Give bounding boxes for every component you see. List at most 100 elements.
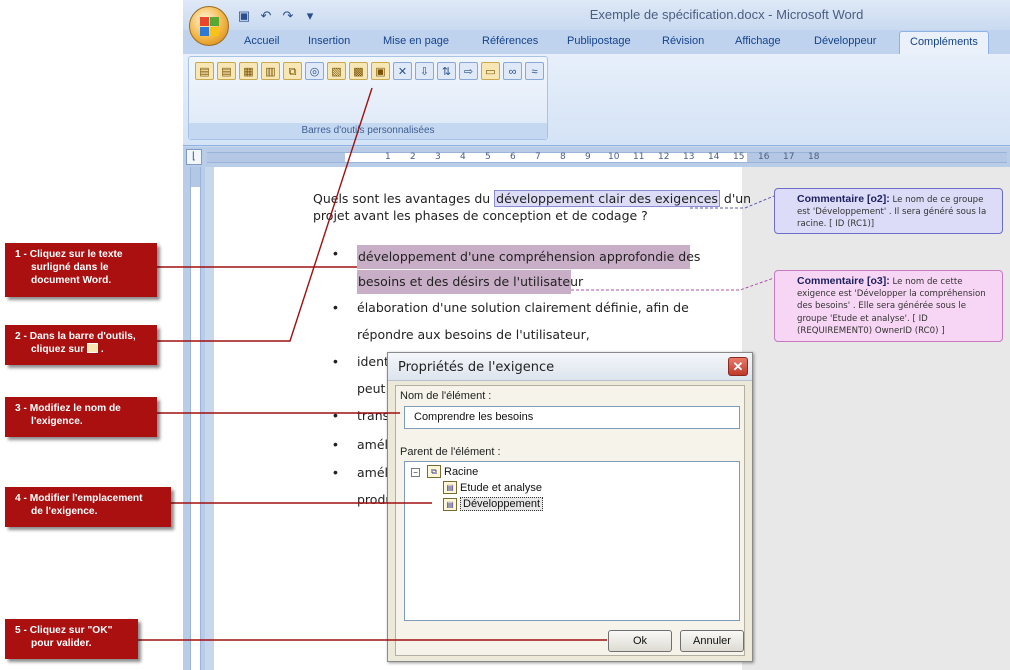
stack-icon[interactable]: ▧	[327, 62, 346, 80]
ruler-number: 17	[783, 152, 795, 162]
ribbon-panel: ▤ ▤ ▦ ▥ ⧉ ◎ ▧ ▩ ▣ ✕ ⇩ ⇅ ⇨ ▭ ∞ ≈ Barres d…	[183, 54, 1010, 146]
dialog-body: Nom de l'élément : Comprendre les besoin…	[395, 385, 745, 656]
bullet-dot: •	[333, 464, 338, 480]
comment-balloon[interactable]: Commentaire [o2]: Le nom de ce groupe es…	[774, 188, 1003, 234]
xml-sync-icon[interactable]: ⇅	[437, 62, 456, 80]
ruler-number: 7	[535, 152, 541, 162]
highlighted-group-text[interactable]: développement clair des exigences	[494, 190, 720, 207]
tree-node-etude[interactable]: ▤ Etude et analyse	[443, 481, 542, 494]
ruler-number: 10	[608, 152, 620, 162]
ruler-number: 14	[708, 152, 720, 162]
highlighted-requirement-line-2[interactable]: besoins et des désirs de l'utilisateur	[357, 270, 583, 294]
delete-icon[interactable]: ✕	[393, 62, 412, 80]
step-2-annotation: 2 - Dans la barre d'outils, cliquez sur …	[5, 325, 157, 365]
office-logo-icon	[200, 17, 219, 36]
comment-label: Commentaire [o3]:	[797, 275, 890, 287]
tree-node-developpement[interactable]: ▤ Développement	[443, 497, 544, 511]
step-3-annotation: 3 - Modifiez le nom de l'exigence.	[5, 397, 157, 437]
horizontal-ruler: ⌊ 1 2 3 4 5 6 7 8 9 10 11 12 13 14 15 16…	[183, 147, 1010, 167]
intro-line-2[interactable]: projet avant les phases de conception et…	[313, 208, 648, 223]
bullet-text[interactable]: élaboration d'une solution clairement dé…	[357, 300, 689, 315]
bullet-text[interactable]: peut	[357, 381, 385, 396]
bullet-dot: •	[333, 436, 338, 452]
bullet-text[interactable]: trans	[357, 408, 389, 423]
parent-tree[interactable]: − ⧉ Racine ▤ Etude et analyse ▤ Développ…	[404, 461, 740, 621]
ruler-number: 3	[435, 152, 441, 162]
window-title: Exemple de spécification.docx - Microsof…	[589, 7, 864, 22]
vertical-ruler	[183, 167, 205, 670]
bullet-dot: •	[333, 353, 338, 369]
ruler-number: 12	[658, 152, 670, 162]
stacked-pages-icon[interactable]: ▥	[261, 62, 280, 80]
xml-next-icon[interactable]: ⇨	[459, 62, 478, 80]
step-1-annotation: 1 - Cliquez sur le texte surligné dans l…	[5, 243, 157, 297]
link-icon[interactable]: ∞	[503, 62, 522, 80]
ruler-number: 5	[485, 152, 491, 162]
office-button[interactable]	[189, 6, 229, 46]
ruler-number: 9	[585, 152, 591, 162]
highlighted-requirement-line-1[interactable]: développement d'une compréhension approf…	[357, 245, 700, 269]
step-5-annotation: 5 - Cliquez sur "OK" pour valider.	[5, 619, 138, 659]
tab-revision[interactable]: Révision	[662, 35, 704, 47]
group-icon: ▤	[443, 481, 457, 494]
unlink-icon[interactable]: ≈	[525, 62, 544, 80]
intro-line-1[interactable]: Quels sont les avantages du développemen…	[313, 190, 751, 207]
custom-toolbar: ▤ ▤ ▦ ▥ ⧉ ◎ ▧ ▩ ▣ ✕ ⇩ ⇅ ⇨ ▭ ∞ ≈	[195, 62, 544, 80]
duplicate-icon[interactable]: ▩	[349, 62, 368, 80]
comment-label: Commentaire [o2]:	[797, 193, 890, 205]
ruler-number: 16	[758, 152, 770, 162]
ruler-number: 4	[460, 152, 466, 162]
tab-publipostage[interactable]: Publipostage	[567, 35, 631, 47]
bullet-text[interactable]: ident	[357, 354, 389, 369]
custom-toolbars-group: ▤ ▤ ▦ ▥ ⧉ ◎ ▧ ▩ ▣ ✕ ⇩ ⇅ ⇨ ▭ ∞ ≈ Barres d…	[188, 56, 548, 140]
ruler-number: 15	[733, 152, 745, 162]
tab-affichage[interactable]: Affichage	[735, 35, 781, 47]
tab-mise-en-page[interactable]: Mise en page	[383, 35, 449, 47]
requirement-list-icon[interactable]: ▦	[239, 62, 258, 80]
tab-accueil[interactable]: Accueil	[244, 35, 279, 47]
ruler-number: 11	[633, 152, 645, 162]
element-name-input[interactable]: Comprendre les besoins	[404, 406, 740, 429]
name-label: Nom de l'élément :	[400, 390, 492, 402]
requirement-properties-dialog: Propriétés de l'exigence ✕ Nom de l'élém…	[387, 352, 753, 662]
properties-icon[interactable]: ▣	[371, 62, 390, 80]
ruler-number: 8	[560, 152, 566, 162]
group-icon: ▤	[443, 497, 457, 511]
properties-icon	[87, 343, 99, 353]
ruler-number: 13	[683, 152, 695, 162]
ruler-number: 1	[385, 152, 391, 162]
ruler-number: 6	[510, 152, 516, 162]
bullet-dot: •	[333, 299, 338, 315]
import-icon[interactable]: ▭	[481, 62, 500, 80]
tree-node-racine[interactable]: ⧉ Racine	[427, 465, 478, 478]
tab-references[interactable]: Références	[482, 35, 538, 47]
close-icon[interactable]: ✕	[728, 357, 748, 376]
dialog-title-bar[interactable]: Propriétés de l'exigence ✕	[388, 353, 752, 381]
group-label: Barres d'outils personnalisées	[189, 123, 547, 139]
bullet-dot: •	[333, 245, 338, 261]
requirement-icon[interactable]: ▤	[195, 62, 214, 80]
hierarchy-icon: ⧉	[427, 465, 441, 478]
bullet-text[interactable]: répondre aux besoins de l'utilisateur,	[357, 327, 590, 342]
tab-selector-icon[interactable]: ⌊	[186, 149, 202, 165]
dialog-title: Propriétés de l'exigence	[398, 360, 555, 375]
comment-balloon[interactable]: Commentaire [o3]: Le nom de cette exigen…	[774, 270, 1003, 342]
step-4-annotation: 4 - Modifier l'emplacement de l'exigence…	[5, 487, 171, 527]
ribbon-tabs: Accueil Insertion Mise en page Référence…	[183, 30, 1010, 55]
requirement-group-icon[interactable]: ▤	[217, 62, 236, 80]
bullet-dot: •	[333, 407, 338, 423]
ruler-number: 2	[410, 152, 416, 162]
parent-label: Parent de l'élément :	[400, 446, 501, 458]
tab-insertion[interactable]: Insertion	[308, 35, 350, 47]
tab-complements[interactable]: Compléments	[899, 31, 989, 55]
tab-developpeur[interactable]: Développeur	[814, 35, 876, 47]
ruler-number: 18	[808, 152, 820, 162]
title-bar: ▣ ↶ ↷ ▾ Exemple de spécification.docx - …	[183, 0, 1010, 30]
ok-button[interactable]: Ok	[608, 630, 672, 652]
collapse-icon[interactable]: −	[411, 468, 420, 477]
xml-export-icon[interactable]: ⇩	[415, 62, 434, 80]
comment-margin	[742, 167, 1010, 670]
cancel-button[interactable]: Annuler	[680, 630, 744, 652]
requirement-link-icon[interactable]: ⧉	[283, 62, 302, 80]
target-icon[interactable]: ◎	[305, 62, 324, 80]
